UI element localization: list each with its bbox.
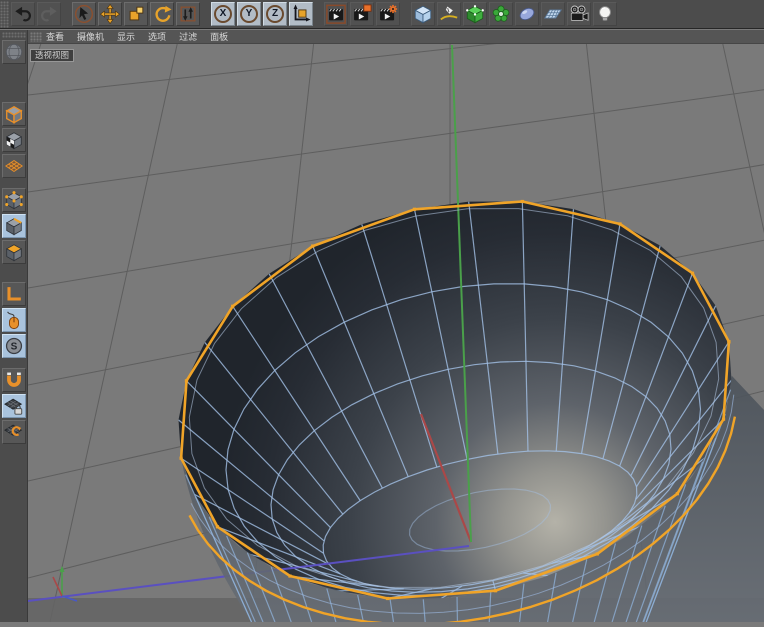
make-editable-icon bbox=[4, 104, 24, 124]
deformed-edit-button[interactable] bbox=[2, 40, 26, 64]
render-settings-button[interactable] bbox=[376, 2, 400, 26]
render-picture-viewer-icon bbox=[352, 4, 372, 24]
x-axis-label: X bbox=[220, 9, 227, 19]
viewport-name-label: 透视视图 bbox=[30, 49, 74, 62]
cube-primitive-icon bbox=[413, 4, 433, 24]
menu-camera[interactable]: 摄像机 bbox=[77, 30, 104, 43]
floor-icon bbox=[543, 4, 563, 24]
texture-mode-button[interactable] bbox=[2, 128, 26, 152]
render-view-icon bbox=[326, 4, 346, 24]
floor-environment-button[interactable] bbox=[541, 2, 565, 26]
menu-options[interactable]: 选项 bbox=[148, 30, 166, 43]
pen-spline-button[interactable] bbox=[437, 2, 461, 26]
rotate-icon bbox=[152, 4, 172, 24]
edges-mode-icon bbox=[4, 216, 24, 236]
camera-icon bbox=[569, 4, 589, 24]
points-mode-button[interactable] bbox=[2, 188, 26, 212]
y-axis-label: Y bbox=[246, 9, 253, 19]
polygons-mode-button[interactable] bbox=[2, 240, 26, 264]
viewport-menu-bar: 查看 摄像机 显示 选项 过滤 面板 bbox=[28, 30, 764, 44]
c4d-window: { "toolbar": { "axis": ["X", "Y", "Z"], … bbox=[0, 0, 764, 622]
mouse-icon bbox=[4, 310, 24, 330]
polygons-mode-icon bbox=[4, 242, 24, 262]
snap-magnet-button[interactable] bbox=[2, 368, 26, 392]
last-tool-button[interactable] bbox=[176, 2, 200, 26]
viewport-canvas[interactable] bbox=[28, 44, 764, 622]
workplane-button[interactable] bbox=[2, 420, 26, 444]
menu-panel[interactable]: 面板 bbox=[210, 30, 228, 43]
z-axis-lock-button[interactable]: Z bbox=[263, 2, 287, 26]
svg-text:S: S bbox=[10, 342, 17, 353]
workplane-icon bbox=[4, 422, 24, 442]
live-selection-button[interactable] bbox=[72, 2, 96, 26]
workplane-mode-button[interactable] bbox=[2, 154, 26, 178]
workplane-mode-icon bbox=[4, 156, 24, 176]
menu-display[interactable]: 显示 bbox=[117, 30, 135, 43]
edges-mode-button[interactable] bbox=[2, 214, 26, 238]
redo-icon bbox=[39, 4, 59, 24]
menu-filter[interactable]: 过滤 bbox=[179, 30, 197, 43]
toolbar-drag-handle[interactable] bbox=[0, 1, 9, 28]
axes-swap-icon bbox=[178, 4, 198, 24]
subdivision-surface-icon bbox=[465, 4, 485, 24]
add-cube-primitive-button[interactable] bbox=[411, 2, 435, 26]
enable-axis-button[interactable] bbox=[2, 282, 26, 306]
snap-icon: S bbox=[4, 336, 24, 356]
render-view-button[interactable] bbox=[324, 2, 348, 26]
redo-button[interactable] bbox=[37, 2, 61, 26]
x-axis-lock-button[interactable]: X bbox=[211, 2, 235, 26]
scale-tool-button[interactable] bbox=[124, 2, 148, 26]
render-picture-viewer-button[interactable] bbox=[350, 2, 374, 26]
y-axis-lock-button[interactable]: Y bbox=[237, 2, 261, 26]
deformer-button[interactable] bbox=[489, 2, 513, 26]
light-icon bbox=[595, 4, 615, 24]
make-editable-button[interactable] bbox=[2, 102, 26, 126]
enable-axis-icon bbox=[4, 284, 24, 304]
move-icon bbox=[100, 4, 120, 24]
z-axis-ring: Z bbox=[266, 5, 284, 23]
points-mode-icon bbox=[4, 190, 24, 210]
metaball-button[interactable] bbox=[515, 2, 539, 26]
metaball-icon bbox=[517, 4, 537, 24]
x-axis-ring: X bbox=[214, 5, 232, 23]
undo-icon bbox=[13, 4, 33, 24]
deformed-sphere-icon bbox=[4, 42, 24, 62]
rotate-tool-button[interactable] bbox=[150, 2, 174, 26]
light-button[interactable] bbox=[593, 2, 617, 26]
lock-workplane-button[interactable] bbox=[2, 394, 26, 418]
texture-mode-icon bbox=[4, 130, 24, 150]
menu-drag-handle[interactable] bbox=[30, 32, 42, 42]
snap-settings-button[interactable]: S bbox=[2, 334, 26, 358]
menu-view[interactable]: 查看 bbox=[46, 30, 64, 43]
y-axis-ring: Y bbox=[240, 5, 258, 23]
coordinate-system-icon bbox=[291, 4, 311, 24]
subdivision-surface-button[interactable] bbox=[463, 2, 487, 26]
viewport-solo-button[interactable] bbox=[2, 308, 26, 332]
selection-arrow-icon bbox=[74, 4, 94, 24]
palette-drag-handle[interactable] bbox=[2, 32, 26, 38]
magnet-icon bbox=[4, 370, 24, 390]
z-axis-label: Z bbox=[272, 9, 278, 19]
mode-palette: S bbox=[0, 30, 28, 622]
scale-icon bbox=[126, 4, 146, 24]
pen-spline-icon bbox=[439, 4, 459, 24]
undo-button[interactable] bbox=[11, 2, 35, 26]
deformer-icon bbox=[491, 4, 511, 24]
coordinate-system-button[interactable] bbox=[289, 2, 313, 26]
camera-button[interactable] bbox=[567, 2, 591, 26]
lock-workplane-icon bbox=[4, 396, 24, 416]
render-settings-icon bbox=[378, 4, 398, 24]
move-tool-button[interactable] bbox=[98, 2, 122, 26]
viewport: 透视视图 bbox=[28, 44, 764, 622]
top-toolbar: X Y Z bbox=[0, 0, 764, 29]
